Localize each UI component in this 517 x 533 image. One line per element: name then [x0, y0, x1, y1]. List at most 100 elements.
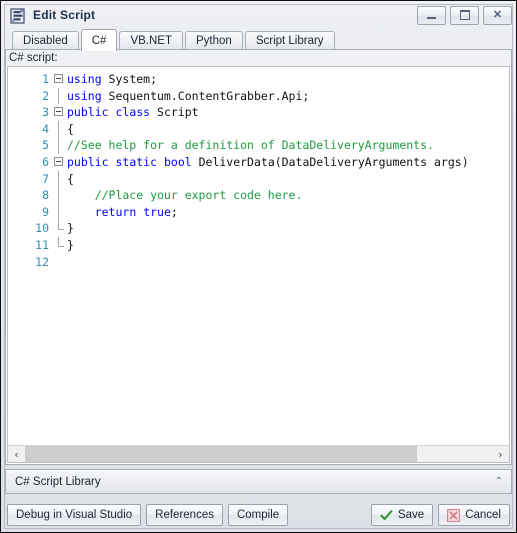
- fold-row: [52, 236, 67, 254]
- fold-collapse-icon[interactable]: [54, 156, 63, 166]
- code-line: return true;: [67, 204, 509, 221]
- button-label: Debug in Visual Studio: [16, 509, 133, 521]
- code-token: System;: [101, 72, 158, 86]
- tab-python[interactable]: Python: [185, 31, 243, 50]
- line-number: 6: [42, 154, 49, 169]
- client-area: Disabled C# VB.NET Python Script Library…: [5, 29, 512, 494]
- code-line: public static bool DeliverData(DataDeliv…: [67, 154, 509, 171]
- fold-row: [52, 120, 67, 138]
- line-number: 2: [42, 88, 49, 103]
- line-number: 8: [42, 188, 49, 203]
- title-bar[interactable]: Edit Script ✕: [1, 1, 516, 29]
- code-token: public: [67, 154, 109, 169]
- fold-end-marker: [58, 236, 64, 247]
- line-number-gutter: 1 2 3 4 5 6 7 8 9 10 11 12: [8, 67, 52, 445]
- tab-label: C#: [91, 34, 107, 47]
- code-token: static: [115, 154, 158, 169]
- scroll-right-arrow-icon[interactable]: ›: [492, 446, 509, 462]
- minimize-button[interactable]: [417, 5, 446, 25]
- tab-label: Script Library: [255, 35, 324, 47]
- maximize-icon: [459, 10, 470, 20]
- code-folding-column[interactable]: [52, 67, 67, 445]
- code-token: return: [94, 204, 137, 219]
- code-line: {: [67, 171, 509, 188]
- code-editor[interactable]: 1 2 3 4 5 6 7 8 9 10 11 12 using System; using Seque…: [8, 67, 509, 445]
- references-button[interactable]: References: [146, 504, 223, 526]
- code-line: //See help for a definition of DataDeliv…: [67, 137, 509, 154]
- code-line: {: [67, 121, 509, 138]
- save-button[interactable]: Save: [370, 504, 434, 526]
- fold-collapse-icon[interactable]: [54, 107, 63, 117]
- code-token: Script: [150, 105, 199, 120]
- code-token: //Place your export code here.: [67, 188, 303, 203]
- line-number: 5: [42, 138, 49, 153]
- tab-label: Disabled: [23, 35, 68, 47]
- line-number: 7: [42, 171, 49, 186]
- code-line: //Place your export code here.: [67, 187, 509, 204]
- fold-collapse-icon[interactable]: [54, 74, 63, 83]
- script-library-label: C# Script Library: [15, 475, 101, 488]
- tab-disabled[interactable]: Disabled: [12, 31, 79, 50]
- horizontal-scrollbar[interactable]: ‹ ›: [8, 445, 509, 462]
- fold-guide-line: [58, 170, 59, 188]
- fold-row: [52, 170, 67, 188]
- fold-row: [52, 220, 67, 237]
- button-label: References: [155, 509, 214, 521]
- code-token: bool: [163, 154, 192, 169]
- button-label: Compile: [236, 509, 280, 521]
- code-token: }: [67, 237, 74, 252]
- maximize-button[interactable]: [450, 5, 479, 25]
- scrollbar-thumb[interactable]: [25, 446, 418, 462]
- code-line: }: [67, 237, 509, 254]
- close-button[interactable]: ✕: [483, 5, 512, 25]
- cancel-button[interactable]: Cancel: [438, 504, 510, 526]
- code-token: DeliverData(DataDeliveryArguments args): [191, 154, 469, 169]
- collapse-chevron-icon[interactable]: ⌃: [495, 476, 503, 487]
- line-number: 3: [42, 105, 49, 120]
- script-library-bar[interactable]: C# Script Library ⌃: [5, 469, 512, 494]
- line-number: 4: [42, 121, 49, 136]
- close-x-icon: [447, 508, 461, 522]
- fold-guide-line: [58, 187, 59, 204]
- code-text[interactable]: using System; using Sequentum.ContentGrab…: [67, 67, 509, 445]
- code-line: using Sequentum.ContentGrabber.Api;: [67, 88, 509, 105]
- window-controls: ✕: [417, 5, 512, 25]
- fold-row: [52, 137, 67, 154]
- tab-csharp[interactable]: C#: [80, 29, 118, 51]
- fold-row[interactable]: [52, 71, 67, 88]
- tab-script-library[interactable]: Script Library: [244, 31, 335, 50]
- code-token: {: [67, 121, 74, 136]
- script-language-tabs: Disabled C# VB.NET Python Script Library: [5, 29, 512, 51]
- window-title: Edit Script: [33, 8, 96, 22]
- fold-row[interactable]: [52, 104, 67, 121]
- code-line: }: [67, 220, 509, 237]
- debug-in-visual-studio-button[interactable]: Debug in Visual Studio: [7, 504, 142, 526]
- tab-label: VB.NET: [130, 35, 172, 47]
- dialog-footer: Debug in Visual Studio References Compil…: [1, 498, 516, 532]
- fold-guide-line: [58, 120, 59, 138]
- fold-end-marker: [58, 220, 64, 231]
- compile-button[interactable]: Compile: [227, 504, 289, 526]
- fold-row: [52, 203, 67, 221]
- tab-vbnet[interactable]: VB.NET: [119, 31, 183, 50]
- edit-script-window: Edit Script ✕ Disabled C# VB.NET Python …: [0, 0, 517, 533]
- editor-caption: C# script:: [6, 50, 511, 66]
- code-editor-frame[interactable]: 1 2 3 4 5 6 7 8 9 10 11 12 using System; using Seque…: [7, 66, 510, 463]
- line-number: 11: [35, 237, 49, 252]
- scroll-left-arrow-icon[interactable]: ‹: [8, 446, 25, 462]
- scrollbar-track[interactable]: [25, 446, 492, 462]
- code-token: //See help for a definition of DataDeliv…: [67, 138, 434, 153]
- checkmark-icon: [380, 509, 393, 522]
- line-number: 10: [35, 221, 49, 236]
- script-window-icon: [9, 7, 27, 25]
- code-token: }: [67, 221, 74, 236]
- fold-guide-line: [58, 203, 59, 221]
- fold-row[interactable]: [52, 154, 67, 171]
- code-line: public class Script: [67, 104, 509, 121]
- fold-row: [52, 254, 67, 271]
- minimize-icon: [427, 16, 436, 19]
- button-label: Cancel: [465, 509, 501, 521]
